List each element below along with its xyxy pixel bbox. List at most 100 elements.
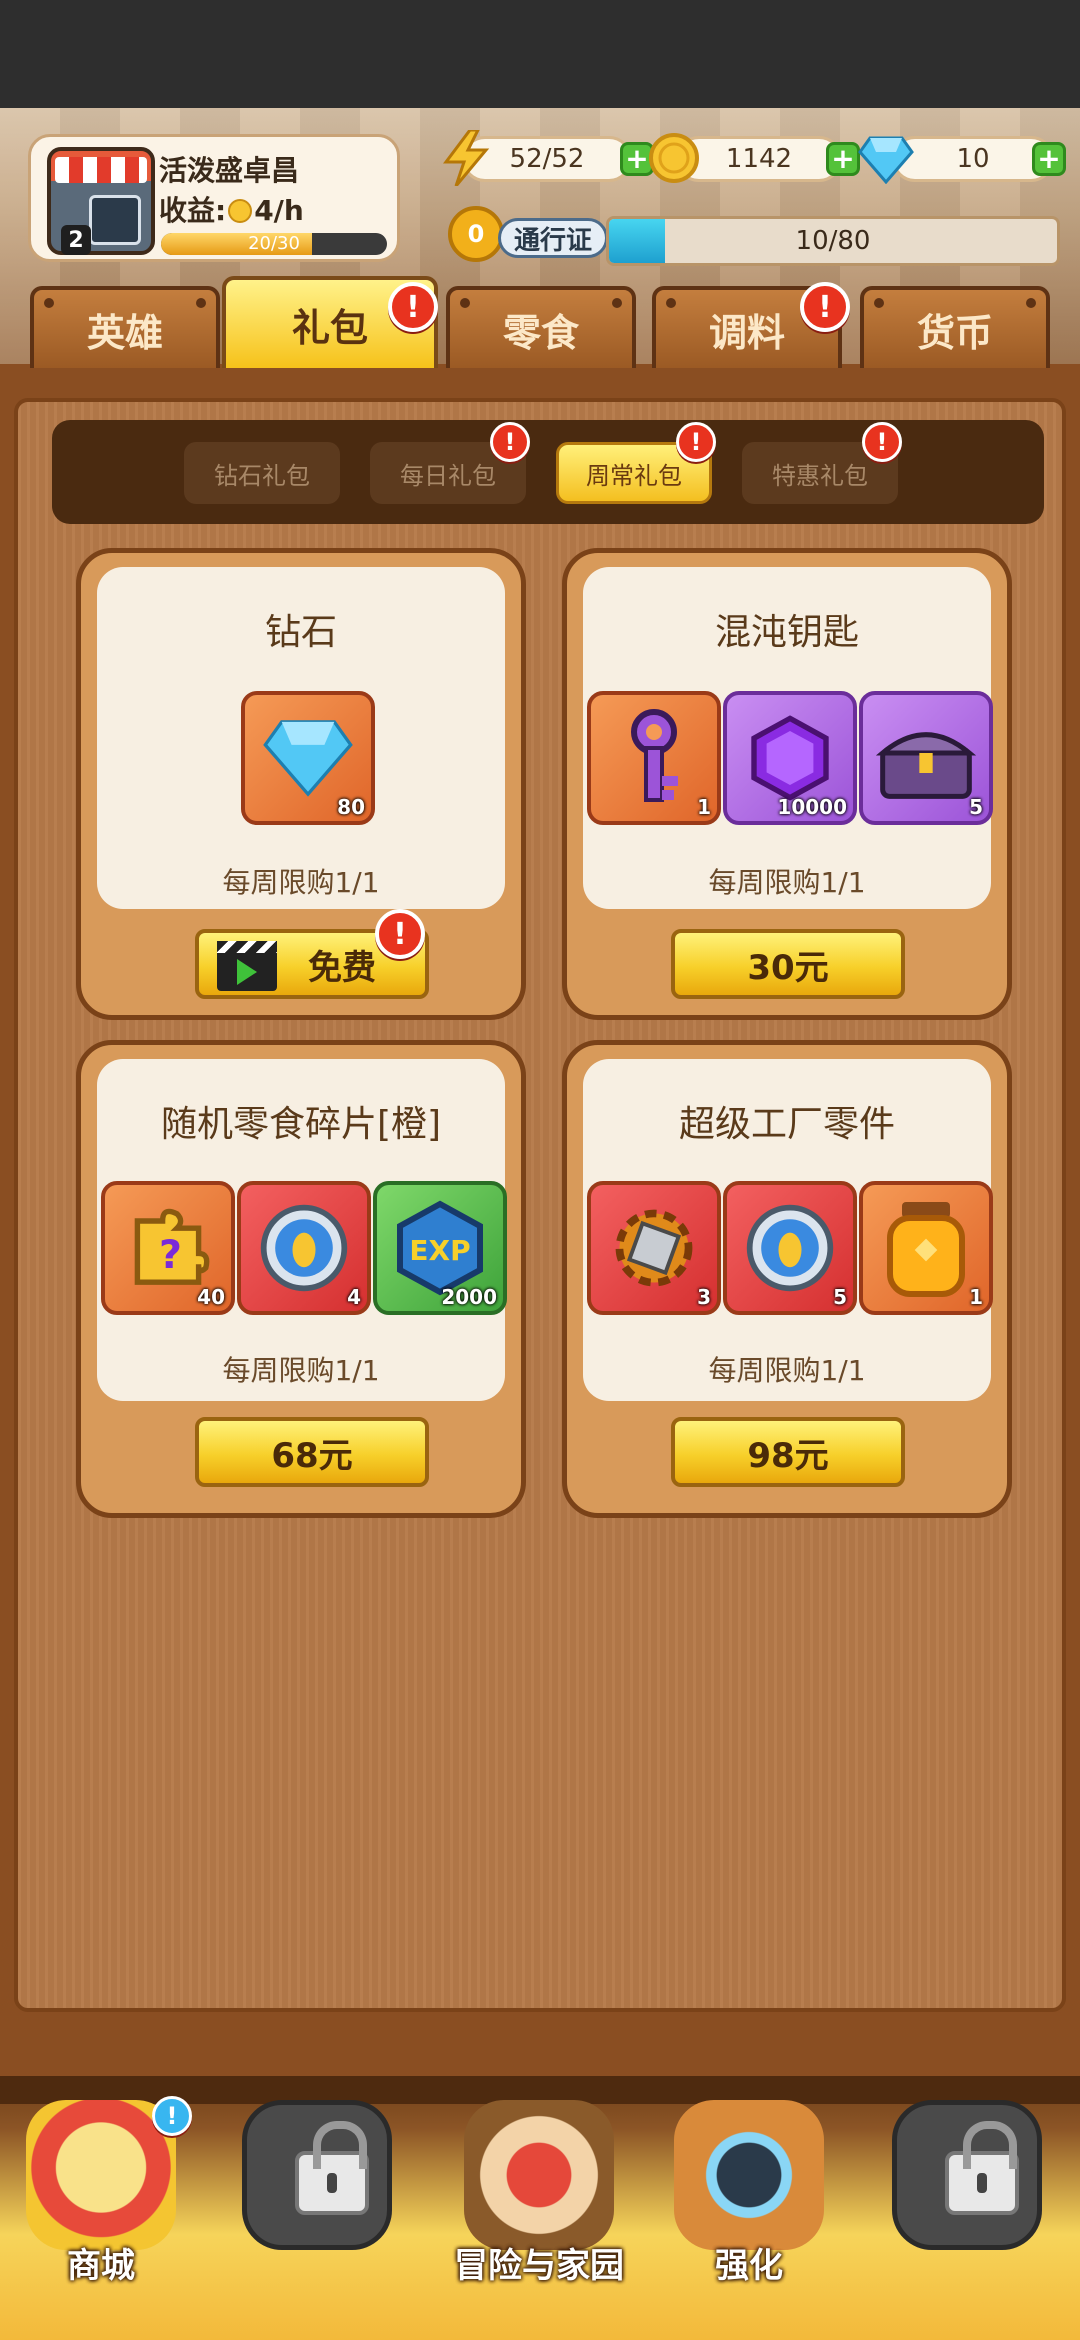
exp-badge-icon: EXP bbox=[397, 1200, 483, 1296]
tab-label: 礼包 bbox=[291, 305, 368, 350]
item-quantity: 3 bbox=[697, 1285, 711, 1309]
pack-item[interactable]: 1 bbox=[587, 691, 721, 825]
pack-item[interactable]: 80 bbox=[241, 691, 375, 825]
level-progress-text: 20/30 bbox=[248, 233, 300, 254]
item-quantity: 1 bbox=[697, 795, 711, 819]
pack-card-chaos-key: 混沌钥匙 1 10000 5 每周限购1/1 30元 bbox=[562, 548, 1012, 1020]
purple-gem-icon bbox=[751, 715, 829, 801]
lock-icon bbox=[945, 2121, 1019, 2215]
coin-plus-button[interactable]: + bbox=[826, 142, 860, 176]
subtab-special-alert-icon: ! bbox=[862, 422, 902, 462]
subtab-diamond-packs[interactable]: 钻石礼包 bbox=[184, 442, 340, 504]
nav-label: 冒险与家园 bbox=[454, 2246, 624, 2286]
nav-shop-alert-icon: ! bbox=[152, 2096, 192, 2136]
pack-item[interactable]: 5 bbox=[859, 691, 993, 825]
status-bar bbox=[0, 0, 1080, 108]
nav-locked-button[interactable] bbox=[222, 2090, 412, 2310]
tab-heroes[interactable]: 英雄 bbox=[30, 286, 220, 368]
pass-progress-bar: 10/80 bbox=[606, 216, 1060, 266]
income-label: 收益: bbox=[159, 194, 227, 227]
level-progress-bar: 20/30 bbox=[161, 233, 387, 255]
pass-progress-text: 10/80 bbox=[795, 226, 871, 256]
pack-title: 超级工厂零件 bbox=[678, 1104, 895, 1145]
purchase-limit: 每周限购1/1 bbox=[222, 1354, 380, 1387]
pack-title: 随机零食碎片[橙] bbox=[160, 1104, 442, 1145]
svg-text:?: ? bbox=[159, 1232, 182, 1278]
level-badge: 2 bbox=[61, 225, 91, 255]
nav-adventure-button[interactable]: 冒险与家园 bbox=[444, 2090, 634, 2310]
door-icon bbox=[89, 195, 141, 245]
purchase-limit: 每周限购1/1 bbox=[222, 866, 380, 899]
pack-card-content: 混沌钥匙 1 10000 5 每周限购1/1 bbox=[583, 567, 993, 909]
tab-label: 英雄 bbox=[86, 310, 163, 355]
lightning-icon bbox=[438, 130, 494, 186]
pack-item[interactable]: 5 bbox=[723, 1181, 857, 1315]
diamond-icon bbox=[263, 720, 353, 797]
pack-card-content: 随机零食碎片[橙] ? 40 4 EXP 2000 每周限购1/1 bbox=[97, 1059, 507, 1401]
diamond-icon bbox=[858, 132, 914, 188]
nav-label: 商城 bbox=[67, 2246, 135, 2286]
pass-level-badge: 0 bbox=[448, 206, 504, 262]
honey-jar-icon bbox=[887, 1202, 965, 1297]
pack-item[interactable]: EXP 2000 bbox=[373, 1181, 507, 1315]
locked-slot bbox=[892, 2100, 1042, 2250]
pack-item[interactable]: 4 bbox=[237, 1181, 371, 1315]
pack-title: 混沌钥匙 bbox=[714, 612, 859, 653]
nav-shop-button[interactable]: 商城 ! bbox=[6, 2090, 196, 2310]
item-quantity: 40 bbox=[197, 1285, 225, 1309]
pack-card-content: 超级工厂零件 3 5 1 每周限购1/1 bbox=[583, 1059, 993, 1401]
subtab-weekly-alert-icon: ! bbox=[676, 422, 716, 462]
tab-label: 零食 bbox=[502, 310, 579, 355]
purchase-limit: 每周限购1/1 bbox=[708, 866, 866, 899]
player-name: 活泼盛卓昌 bbox=[159, 154, 300, 187]
purchase-limit: 每周限购1/1 bbox=[708, 1354, 866, 1387]
pack-title: 钻石 bbox=[264, 612, 337, 653]
item-quantity: 5 bbox=[833, 1285, 847, 1309]
pack-item[interactable]: 1 bbox=[859, 1181, 993, 1315]
mystery-puzzle-icon: ? bbox=[134, 1208, 210, 1285]
svg-text:EXP: EXP bbox=[409, 1234, 470, 1267]
pack-item[interactable]: 3 bbox=[587, 1181, 721, 1315]
buy-button[interactable]: 68元 bbox=[195, 1417, 429, 1487]
pack-card-factory-parts: 超级工厂零件 3 5 1 每周限购1/1 98元 bbox=[562, 1040, 1012, 1518]
locked-slot bbox=[242, 2100, 392, 2250]
buy-button[interactable]: 30元 bbox=[671, 929, 905, 999]
diamond-counter: 10 bbox=[892, 136, 1054, 182]
pack-card-diamond: 钻石 80 每周限购1/1 免费 ! bbox=[76, 548, 526, 1020]
treasure-chest-icon bbox=[876, 732, 976, 799]
income-line: 收益: 4/h bbox=[159, 189, 304, 229]
free-button-alert-icon: ! bbox=[375, 909, 425, 959]
pack-item[interactable]: 10000 bbox=[723, 691, 857, 825]
medal-icon bbox=[260, 1204, 348, 1292]
pack-card-content: 钻石 80 每周限购1/1 bbox=[97, 567, 505, 909]
item-quantity: 1 bbox=[969, 1285, 983, 1309]
player-card[interactable]: 2 活泼盛卓昌 收益: 4/h 20/30 bbox=[28, 134, 400, 262]
nav-enhance-button[interactable]: 强化 bbox=[654, 2090, 844, 2310]
awning-icon bbox=[55, 157, 147, 183]
lock-icon bbox=[295, 2121, 369, 2215]
tab-seasoning-alert-icon: ! bbox=[800, 282, 850, 332]
diamond-plus-button[interactable]: + bbox=[1032, 142, 1066, 176]
nav-locked-button-2[interactable] bbox=[872, 2090, 1062, 2310]
medal-icon bbox=[746, 1204, 834, 1292]
tab-currency[interactable]: 货币 bbox=[860, 286, 1050, 368]
tab-label: 货币 bbox=[916, 310, 993, 355]
nav-label: 强化 bbox=[715, 2246, 783, 2286]
enhance-robot-icon bbox=[674, 2100, 824, 2250]
income-rate: 4/h bbox=[254, 194, 304, 227]
item-quantity: 2000 bbox=[441, 1285, 497, 1309]
subtab-daily-alert-icon: ! bbox=[490, 422, 530, 462]
button-label: 免费 bbox=[308, 947, 376, 988]
pack-item[interactable]: ? 40 bbox=[101, 1181, 235, 1315]
item-quantity: 10000 bbox=[777, 795, 847, 819]
pack-card-snack-fragment: 随机零食碎片[橙] ? 40 4 EXP 2000 每周限购1/1 68元 bbox=[76, 1040, 526, 1518]
buy-button[interactable]: 98元 bbox=[671, 1417, 905, 1487]
tab-snacks[interactable]: 零食 bbox=[446, 286, 636, 368]
pass-label-button[interactable]: 通行证 bbox=[498, 218, 608, 258]
video-clapper-icon bbox=[217, 941, 277, 991]
item-quantity: 80 bbox=[337, 795, 365, 819]
coin-icon bbox=[646, 130, 702, 186]
item-quantity: 4 bbox=[347, 1285, 361, 1309]
tab-gift-packs-alert-icon: ! bbox=[388, 282, 438, 332]
gear-part-icon bbox=[615, 1209, 693, 1287]
